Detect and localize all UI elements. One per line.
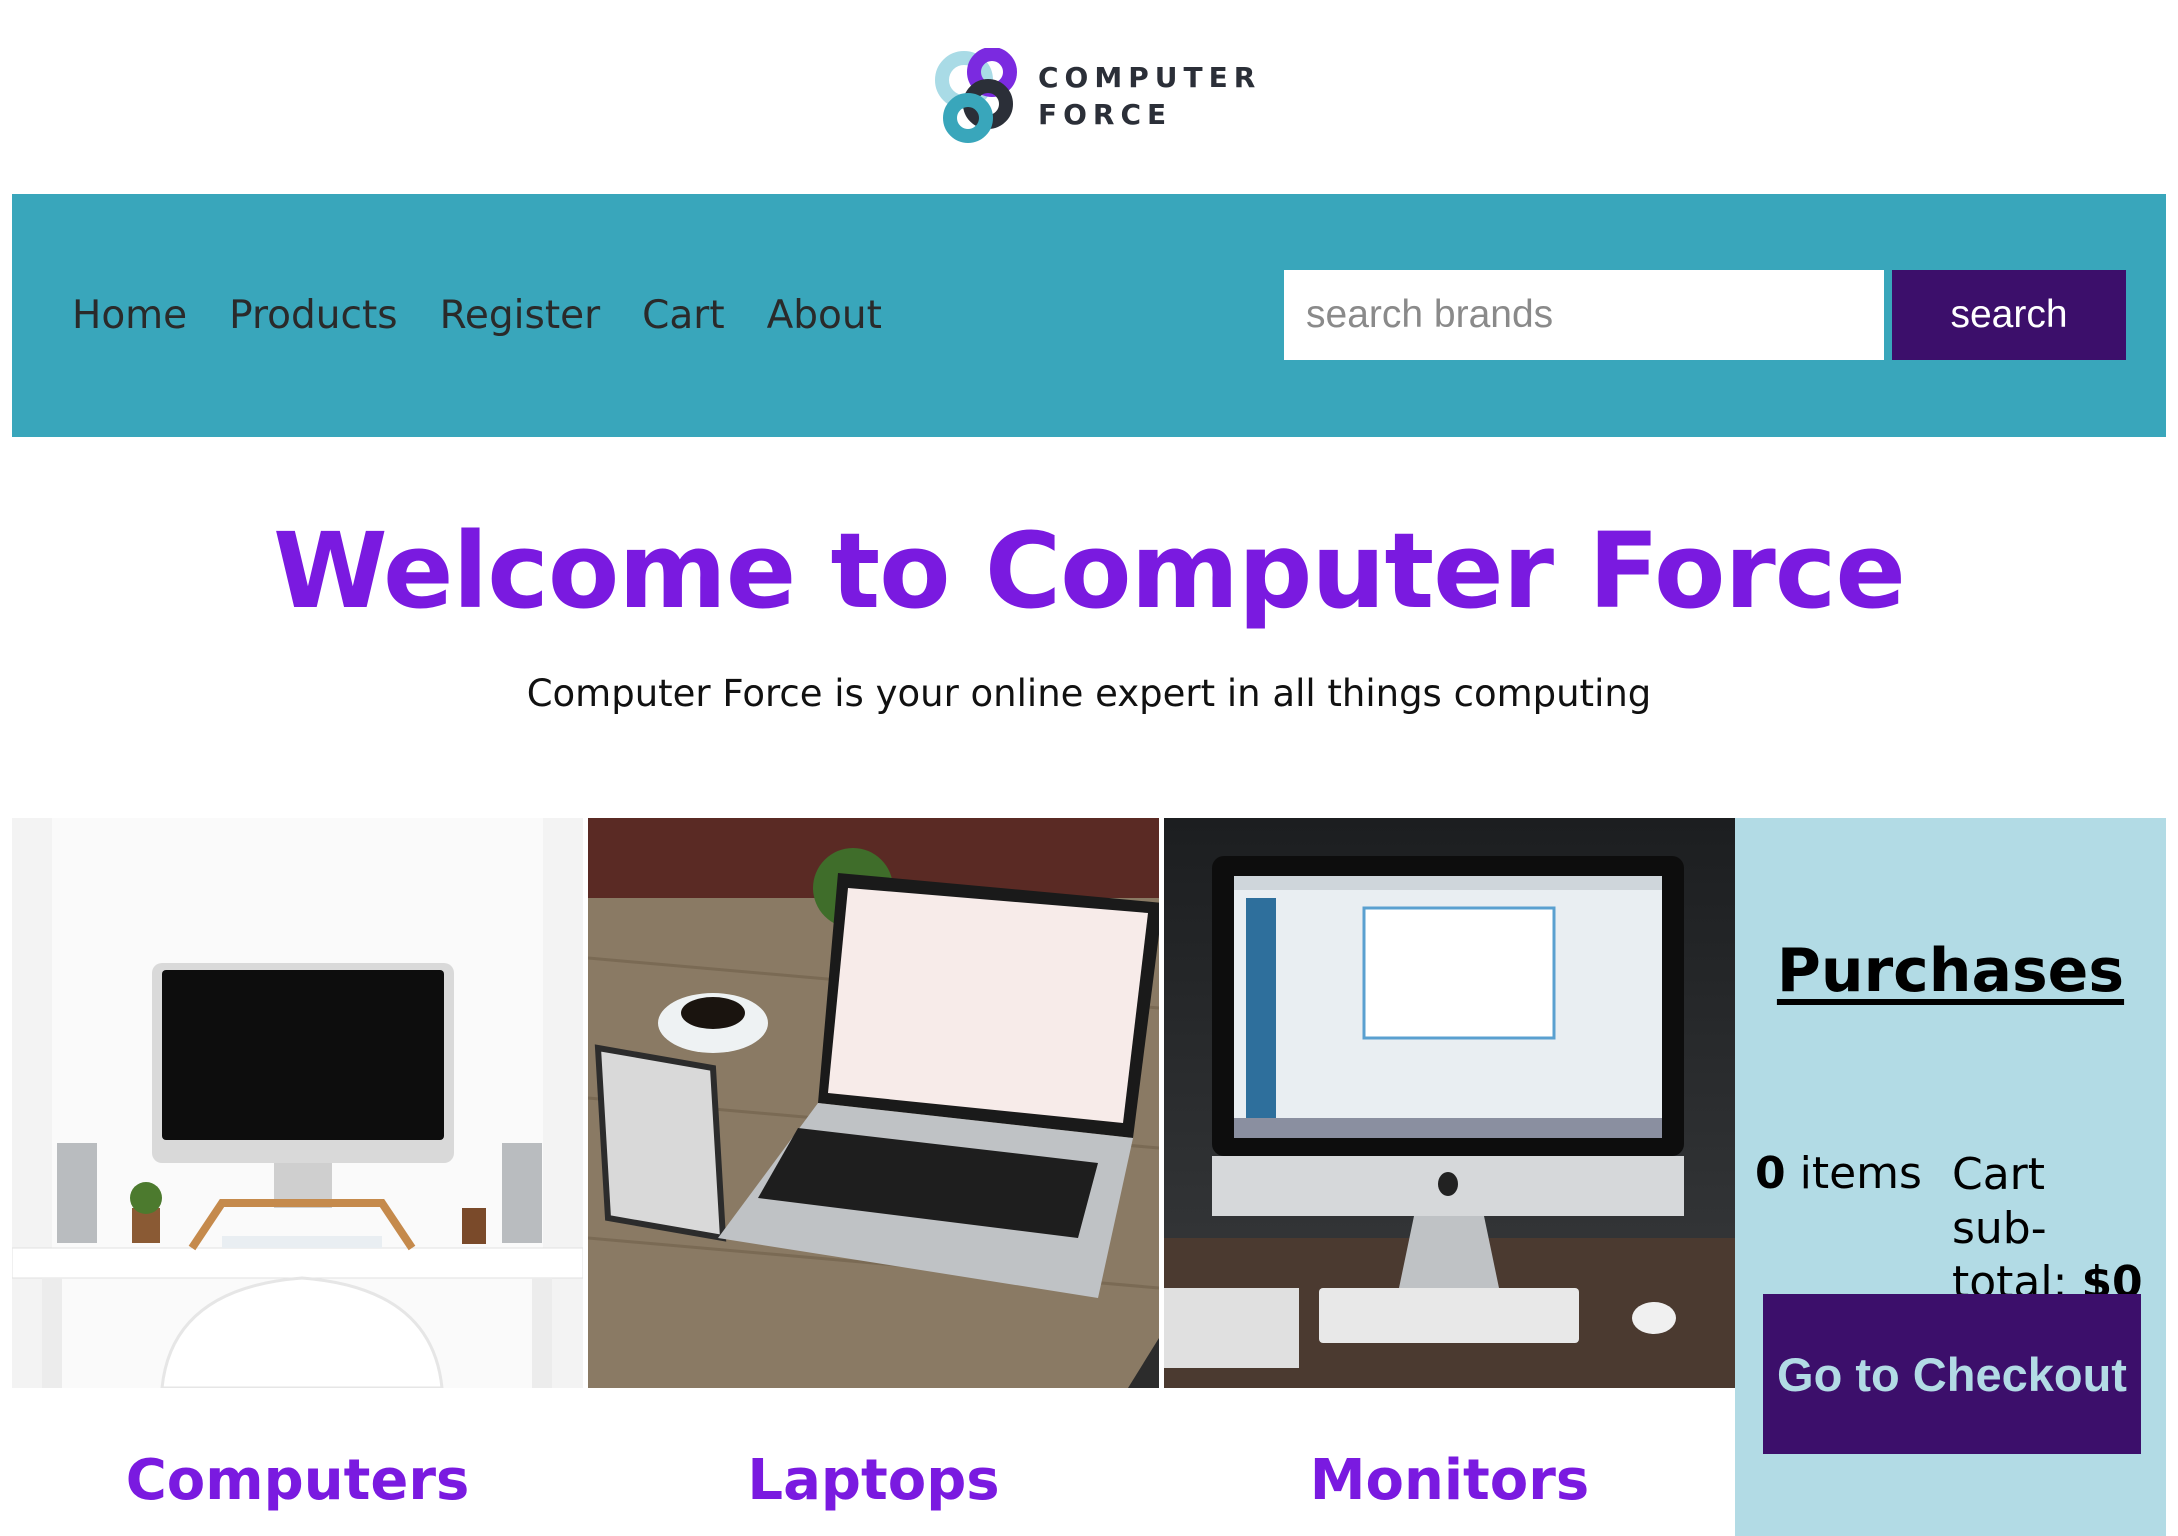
purchases-panel: Purchases 0 items Cart sub-total: $0 Go … <box>1735 818 2166 1536</box>
laptop-on-table-photo[interactable] <box>588 818 1159 1388</box>
nav-link-home[interactable]: Home <box>72 293 187 338</box>
category-card-laptops[interactable]: Laptops <box>588 818 1159 1536</box>
cart-subtotal: Cart sub-total: $0 <box>1952 1148 2152 1310</box>
nav-link-products[interactable]: Products <box>229 293 397 338</box>
category-label-monitors[interactable]: Monitors <box>1164 1448 1735 1513</box>
brand-line2: FORCE <box>1038 98 1173 131</box>
cart-subtotal-label: Cart sub-total: <box>1952 1149 2068 1308</box>
nav-link-cart[interactable]: Cart <box>642 293 724 338</box>
nav-link-register[interactable]: Register <box>440 293 601 338</box>
brand-line1: COMPUTER <box>1038 61 1262 94</box>
category-card-monitors[interactable]: Monitors <box>1164 818 1735 1536</box>
cart-item-count-value: 0 <box>1755 1148 1786 1199</box>
search-button[interactable]: search <box>1892 270 2126 360</box>
brand-name: COMPUTER FORCE <box>1038 59 1261 133</box>
page-subtitle: Computer Force is your online expert in … <box>526 672 1652 715</box>
search-input[interactable] <box>1284 270 1884 360</box>
imac-monitor-photo[interactable] <box>1164 818 1735 1388</box>
purchases-title: Purchases <box>1776 936 2125 1006</box>
nav-links: Home Products Register Cart About <box>72 194 924 437</box>
cart-item-count: 0 items <box>1755 1148 1922 1199</box>
checkout-button[interactable]: Go to Checkout <box>1763 1294 2141 1454</box>
main-navbar: Home Products Register Cart About search <box>12 194 2166 437</box>
desk-computer-photo[interactable] <box>12 818 583 1388</box>
page-title: Welcome to Computer Force <box>273 510 1906 632</box>
infinity-knot-icon <box>935 48 1017 143</box>
cart-items-label: items <box>1799 1148 1922 1199</box>
category-label-laptops[interactable]: Laptops <box>588 1448 1159 1513</box>
category-card-computers[interactable]: Computers <box>12 818 583 1536</box>
nav-link-about[interactable]: About <box>767 293 882 338</box>
brand-logo[interactable]: COMPUTER FORCE <box>934 48 1261 144</box>
category-label-computers[interactable]: Computers <box>12 1448 583 1513</box>
